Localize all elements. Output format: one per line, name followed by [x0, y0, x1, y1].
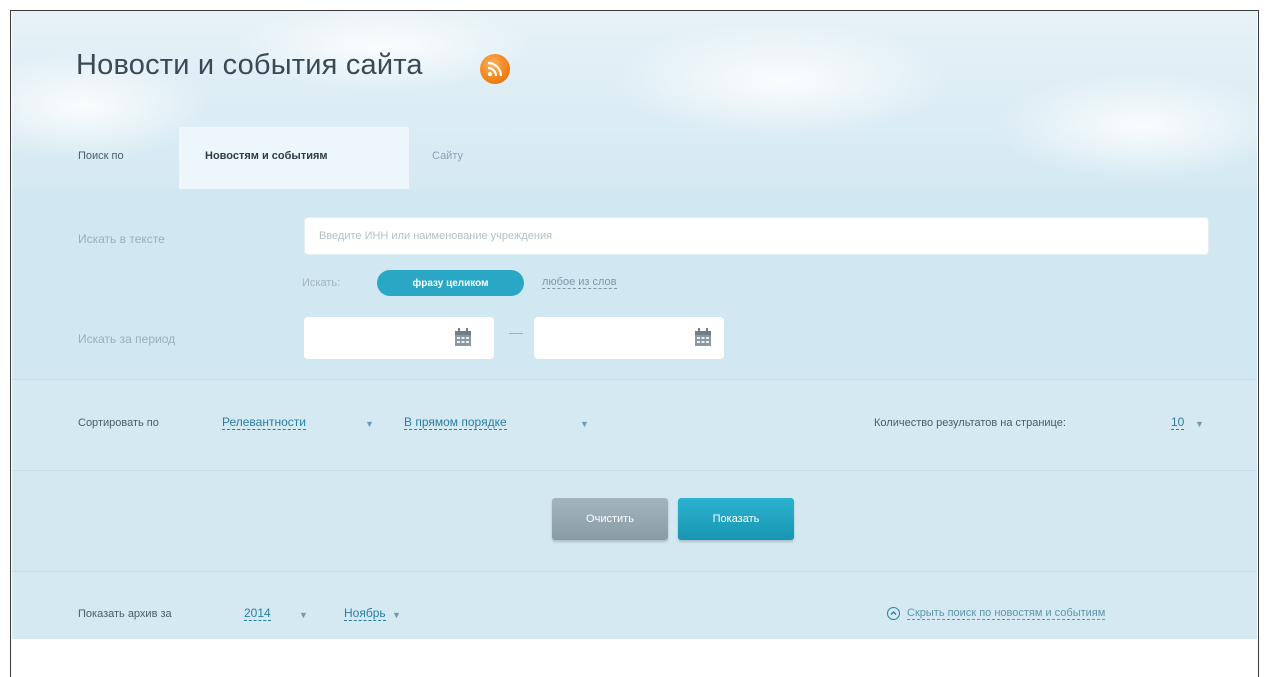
date-to-input[interactable] — [534, 317, 724, 359]
tab-news-and-events-label: Новостям и событиям — [205, 150, 328, 162]
cloud-decoration — [992, 71, 1257, 181]
chevron-up-glyph — [890, 611, 897, 615]
tab-news-and-events[interactable]: Новостям и событиям — [179, 127, 409, 189]
tab-site[interactable]: Сайту — [432, 150, 463, 162]
sort-by-label: Сортировать по — [78, 417, 159, 429]
sort-order-dropdown[interactable]: В прямом порядке — [404, 415, 507, 430]
sorting-bar — [12, 380, 1257, 471]
mode-any-words-link[interactable]: любое из слов — [542, 276, 617, 289]
period-label: Искать за период — [78, 332, 176, 346]
rss-glyph — [487, 61, 503, 77]
calendar-icon[interactable] — [454, 328, 472, 347]
date-from-input[interactable] — [304, 317, 494, 359]
date-range-separator — [509, 333, 523, 334]
chevron-down-icon[interactable]: ▼ — [299, 610, 308, 620]
chevron-down-icon[interactable]: ▼ — [392, 610, 401, 620]
tabs-search-by-label: Поиск по — [78, 150, 124, 162]
chevron-down-icon[interactable]: ▼ — [580, 419, 589, 429]
news-search-panel: Новости и события сайта Поиск по Новостя… — [12, 11, 1257, 639]
header: Новости и события сайта Поиск по Новостя… — [12, 11, 1257, 189]
show-button[interactable]: Показать — [678, 498, 794, 540]
sort-field-dropdown[interactable]: Релевантности — [222, 415, 306, 430]
clear-button[interactable]: Очистить — [552, 498, 668, 540]
page-title: Новости и события сайта — [76, 49, 423, 81]
search-mode-label: Искать: — [302, 277, 341, 289]
cloud-decoration — [612, 21, 952, 141]
archive-year-dropdown[interactable]: 2014 — [244, 606, 271, 621]
results-per-page-label: Количество результатов на странице: — [874, 417, 1066, 429]
hide-search-link[interactable]: Скрыть поиск по новостям и событиям — [907, 607, 1106, 620]
search-text-label: Искать в тексте — [78, 232, 165, 246]
archive-label: Показать архив за — [78, 608, 172, 620]
archive-bar — [12, 572, 1257, 639]
rss-icon[interactable] — [480, 54, 510, 84]
mode-exact-phrase-button[interactable]: фразу целиком — [377, 270, 524, 296]
collapse-icon[interactable] — [887, 607, 900, 620]
calendar-icon[interactable] — [694, 328, 712, 347]
chevron-down-icon[interactable]: ▼ — [1195, 419, 1204, 429]
chevron-down-icon[interactable]: ▼ — [365, 419, 374, 429]
results-per-page-dropdown[interactable]: 10 — [1171, 415, 1185, 430]
archive-month-dropdown[interactable]: Ноябрь — [344, 606, 386, 621]
search-text-input[interactable] — [304, 217, 1209, 255]
